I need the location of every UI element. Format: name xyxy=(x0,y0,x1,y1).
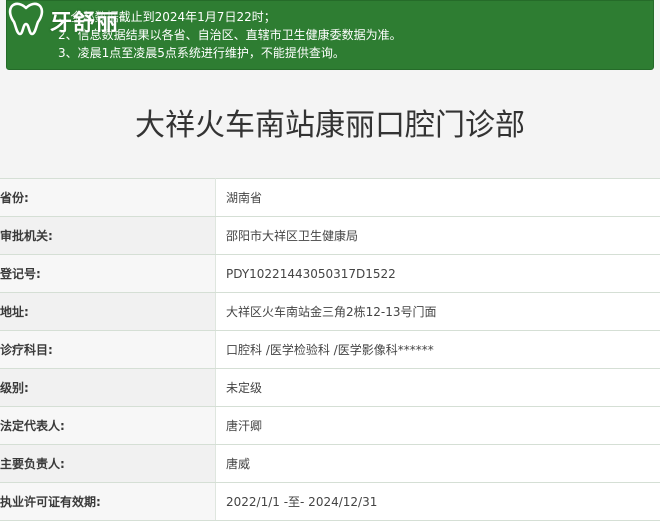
row-label-legal-representative: 法定代表人: xyxy=(0,407,216,445)
row-label-approval-authority: 审批机关: xyxy=(0,217,216,255)
table-row: 级别: 未定级 xyxy=(0,369,660,407)
table-row: 省份: 湖南省 xyxy=(0,179,660,217)
row-label-level: 级别: xyxy=(0,369,216,407)
table-row: 地址: 大祥区火车南站金三角2栋12-13号门面 xyxy=(0,293,660,331)
clinic-name-title: 大祥火车南站康丽口腔门诊部 xyxy=(0,106,660,146)
table-row: 主要负责人: 唐威 xyxy=(0,445,660,483)
logo-text: 牙舒丽 xyxy=(50,5,119,37)
row-label-license-validity: 执业许可证有效期: xyxy=(0,483,216,521)
row-value-license-validity: 2022/1/1 -至- 2024/12/31 xyxy=(216,483,660,521)
notice-line-3: 3、凌晨1点至凌晨5点系统进行维护，不能提供查询。 xyxy=(58,46,345,60)
row-value-approval-authority: 邵阳市大祥区卫生健康局 xyxy=(216,217,660,255)
table-row: 审批机关: 邵阳市大祥区卫生健康局 xyxy=(0,217,660,255)
table-row: 登记号: PDY10221443050317D1522 xyxy=(0,255,660,293)
row-value-address: 大祥区火车南站金三角2栋12-13号门面 xyxy=(216,293,660,331)
clinic-info-table: 省份: 湖南省 审批机关: 邵阳市大祥区卫生健康局 登记号: PDY102214… xyxy=(0,178,660,521)
table-row: 诊疗科目: 口腔科 /医学检验科 /医学影像科****** xyxy=(0,331,660,369)
row-label-registration-number: 登记号: xyxy=(0,255,216,293)
table-row: 法定代表人: 唐汗卿 xyxy=(0,407,660,445)
row-value-registration-number: PDY10221443050317D1522 xyxy=(216,255,660,293)
row-label-principal: 主要负责人: xyxy=(0,445,216,483)
row-value-principal: 唐威 xyxy=(216,445,660,483)
tooth-icon xyxy=(6,2,46,36)
row-label-province: 省份: xyxy=(0,179,216,217)
row-value-departments: 口腔科 /医学检验科 /医学影像科****** xyxy=(216,331,660,369)
row-value-province: 湖南省 xyxy=(216,179,660,217)
row-value-level: 未定级 xyxy=(216,369,660,407)
row-label-departments: 诊疗科目: xyxy=(0,331,216,369)
row-value-legal-representative: 唐汗卿 xyxy=(216,407,660,445)
site-logo[interactable]: 牙舒丽 xyxy=(6,2,136,38)
table-row: 执业许可证有效期: 2022/1/1 -至- 2024/12/31 xyxy=(0,483,660,521)
row-label-address: 地址: xyxy=(0,293,216,331)
